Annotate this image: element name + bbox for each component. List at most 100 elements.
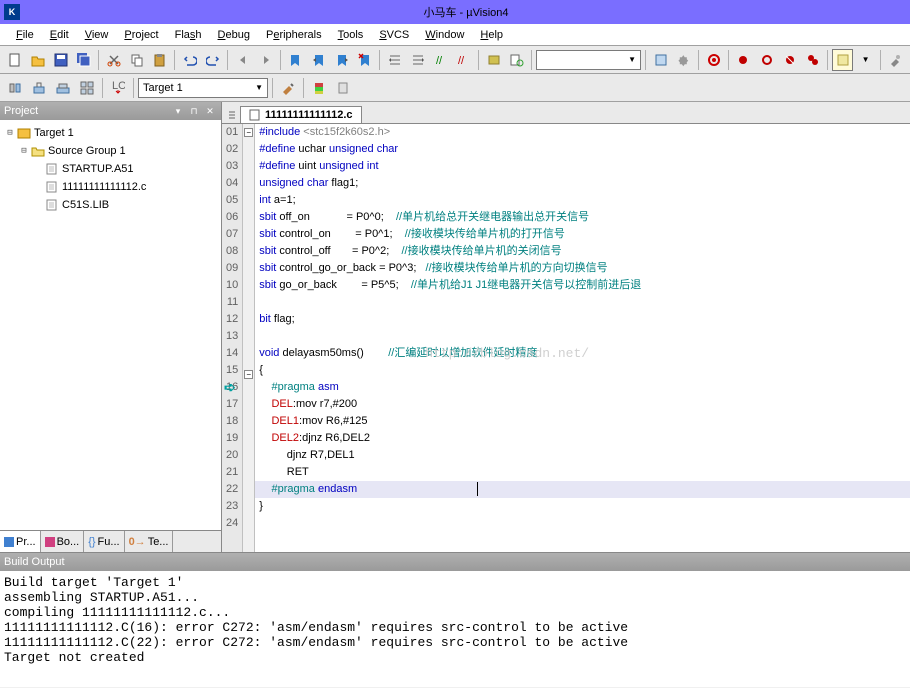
target-options-button[interactable] bbox=[277, 77, 299, 99]
code-line[interactable]: sbit off_on = P0^0; //单片机给总开关继电器输出总开关信号 bbox=[255, 209, 910, 226]
editor-tab[interactable]: 11111111111112.c bbox=[240, 106, 362, 123]
code-line[interactable]: RET bbox=[255, 464, 910, 481]
project-tree[interactable]: ⊟ Target 1 ⊟ Source Group 1 STARTUP.A511… bbox=[0, 120, 221, 530]
tab-templates[interactable]: 0→Te... bbox=[125, 531, 174, 552]
menu-file[interactable]: File bbox=[8, 27, 42, 43]
next-bookmark-button[interactable] bbox=[255, 49, 276, 71]
tools-button[interactable] bbox=[885, 49, 906, 71]
tree-group[interactable]: ⊟ Source Group 1 bbox=[4, 142, 217, 160]
manage-button[interactable] bbox=[308, 77, 330, 99]
bookmark-next-button[interactable] bbox=[331, 49, 352, 71]
bookmark-button[interactable] bbox=[285, 49, 306, 71]
breakpoint-enable-button[interactable] bbox=[802, 49, 823, 71]
fold-toggle[interactable]: − bbox=[244, 370, 253, 379]
code-line[interactable]: #pragma asm bbox=[255, 379, 910, 396]
tab-project[interactable]: Pr... bbox=[0, 531, 41, 552]
bookmark-prev-button[interactable] bbox=[308, 49, 329, 71]
translate-button[interactable] bbox=[4, 77, 26, 99]
debug-button[interactable] bbox=[703, 49, 724, 71]
save-all-button[interactable] bbox=[73, 49, 94, 71]
redo-button[interactable] bbox=[202, 49, 223, 71]
code-line[interactable]: sbit control_off = P0^2; //接收模块传给单片机的关闭信… bbox=[255, 243, 910, 260]
outdent-button[interactable] bbox=[407, 49, 428, 71]
tab-list-button[interactable] bbox=[224, 107, 240, 123]
code-line[interactable]: unsigned char flag1; bbox=[255, 175, 910, 192]
find-button[interactable] bbox=[483, 49, 504, 71]
paste-button[interactable] bbox=[149, 49, 170, 71]
code-line[interactable]: DEL1:mov R6,#125 bbox=[255, 413, 910, 430]
code-line[interactable]: void delayasm50ms() //汇编延时以增加软件延时精度 bbox=[255, 345, 910, 362]
build-button[interactable] bbox=[28, 77, 50, 99]
code-line[interactable]: sbit control_go_or_back = P0^3; //接收模块传给… bbox=[255, 260, 910, 277]
code-line[interactable] bbox=[255, 294, 910, 311]
menu-window[interactable]: Window bbox=[417, 27, 472, 43]
code-editor[interactable]: 01020304050607080910111213141516➪1718192… bbox=[222, 124, 910, 552]
menu-flash[interactable]: Flash bbox=[167, 27, 210, 43]
tree-target[interactable]: ⊟ Target 1 bbox=[4, 124, 217, 142]
menu-help[interactable]: Help bbox=[472, 27, 511, 43]
collapse-icon[interactable]: ⊟ bbox=[4, 128, 16, 138]
menu-project[interactable]: Project bbox=[116, 27, 166, 43]
panel-dropdown-button[interactable]: ▾ bbox=[171, 104, 185, 118]
bookmark-clear-button[interactable] bbox=[354, 49, 375, 71]
file-icon bbox=[249, 109, 261, 121]
code-line[interactable]: int a=1; bbox=[255, 192, 910, 209]
code-line[interactable]: djnz R7,DEL1 bbox=[255, 447, 910, 464]
menu-svcs[interactable]: SVCS bbox=[371, 27, 417, 43]
comment-button[interactable]: // bbox=[430, 49, 451, 71]
panel-pin-button[interactable]: ⊓ bbox=[187, 104, 201, 118]
options-button[interactable] bbox=[673, 49, 694, 71]
prev-bookmark-button[interactable] bbox=[232, 49, 253, 71]
find-in-files-button[interactable] bbox=[506, 49, 527, 71]
breakpoint-button[interactable] bbox=[733, 49, 754, 71]
tree-file[interactable]: 11111111111112.c bbox=[4, 178, 217, 196]
code-line[interactable]: DEL2:djnz R6,DEL2 bbox=[255, 430, 910, 447]
file-icon bbox=[44, 162, 60, 176]
dropdown-button[interactable]: ▼ bbox=[855, 49, 876, 71]
target-combo[interactable]: Target 1 ▼ bbox=[138, 78, 268, 98]
code-line[interactable]: { bbox=[255, 362, 910, 379]
code-line[interactable]: #define uint unsigned int bbox=[255, 158, 910, 175]
code-line[interactable]: } bbox=[255, 498, 910, 515]
code-line[interactable]: #include <stc15f2k60s2.h> bbox=[255, 124, 910, 141]
breakpoint-kill-button[interactable] bbox=[779, 49, 800, 71]
tab-books[interactable]: Bo... bbox=[41, 531, 85, 552]
undo-button[interactable] bbox=[179, 49, 200, 71]
find-combo[interactable]: ▼ bbox=[536, 50, 641, 70]
open-file-button[interactable] bbox=[27, 49, 48, 71]
rebuild-button[interactable] bbox=[52, 77, 74, 99]
manage-files-button[interactable] bbox=[332, 77, 354, 99]
code-line[interactable]: sbit go_or_back = P5^5; //单片机给J1 J1继电器开关… bbox=[255, 277, 910, 294]
save-button[interactable] bbox=[50, 49, 71, 71]
tree-file[interactable]: C51S.LIB bbox=[4, 196, 217, 214]
code-line[interactable]: bit flag; bbox=[255, 311, 910, 328]
fold-toggle[interactable]: − bbox=[244, 128, 253, 137]
breakpoint-disable-button[interactable] bbox=[756, 49, 777, 71]
new-file-button[interactable] bbox=[4, 49, 25, 71]
cut-button[interactable] bbox=[103, 49, 124, 71]
menu-view[interactable]: View bbox=[77, 27, 117, 43]
code-line[interactable] bbox=[255, 515, 910, 532]
menu-edit[interactable]: Edit bbox=[42, 27, 77, 43]
configure-button[interactable] bbox=[650, 49, 671, 71]
code-content[interactable]: http://blog.csdn.net/ #include <stc15f2k… bbox=[255, 124, 910, 552]
code-line[interactable] bbox=[255, 328, 910, 345]
download-button[interactable]: LOAD bbox=[107, 77, 129, 99]
tab-functions[interactable]: {}Fu... bbox=[84, 531, 124, 552]
indent-button[interactable] bbox=[384, 49, 405, 71]
menu-tools[interactable]: Tools bbox=[330, 27, 372, 43]
batch-build-button[interactable] bbox=[76, 77, 98, 99]
code-line[interactable]: DEL:mov r7,#200 bbox=[255, 396, 910, 413]
menu-peripherals[interactable]: Peripherals bbox=[258, 27, 330, 43]
panel-close-button[interactable]: ✕ bbox=[203, 104, 217, 118]
code-line[interactable]: #pragma endasm bbox=[255, 481, 910, 498]
menu-debug[interactable]: Debug bbox=[210, 27, 258, 43]
copy-button[interactable] bbox=[126, 49, 147, 71]
window-button[interactable] bbox=[832, 49, 853, 71]
uncomment-button[interactable]: // bbox=[453, 49, 474, 71]
tree-file[interactable]: STARTUP.A51 bbox=[4, 160, 217, 178]
code-line[interactable]: #define uchar unsigned char bbox=[255, 141, 910, 158]
code-line[interactable]: sbit control_on = P0^1; //接收模块传给单片机的打开信号 bbox=[255, 226, 910, 243]
collapse-icon[interactable]: ⊟ bbox=[18, 146, 30, 156]
build-output-content[interactable]: Build target 'Target 1' assembling START… bbox=[0, 571, 910, 687]
